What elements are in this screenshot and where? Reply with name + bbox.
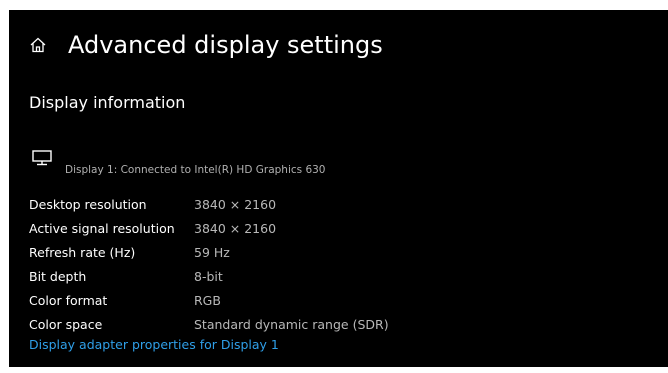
info-label: Active signal resolution xyxy=(29,220,175,236)
monitor-icon xyxy=(31,150,53,166)
display-caption: Display 1: Connected to Intel(R) HD Grap… xyxy=(65,164,326,176)
info-row-desktop-resolution: Desktop resolution 3840 × 2160 xyxy=(29,192,649,216)
info-value: RGB xyxy=(194,292,221,308)
info-value: Standard dynamic range (SDR) xyxy=(194,316,389,332)
info-row-refresh-rate: Refresh rate (Hz) 59 Hz xyxy=(29,240,649,264)
display-adapter-properties-link[interactable]: Display adapter properties for Display 1 xyxy=(29,337,279,353)
info-row-color-format: Color format RGB xyxy=(29,288,649,312)
info-row-color-space: Color space Standard dynamic range (SDR) xyxy=(29,312,649,336)
info-label: Bit depth xyxy=(29,268,87,284)
info-value: 59 Hz xyxy=(194,244,230,260)
info-label: Color format xyxy=(29,292,108,308)
info-label: Refresh rate (Hz) xyxy=(29,244,136,260)
page-header: Advanced display settings xyxy=(29,30,383,60)
info-row-bit-depth: Bit depth 8-bit xyxy=(29,264,649,288)
info-row-active-signal-resolution: Active signal resolution 3840 × 2160 xyxy=(29,216,649,240)
info-value: 3840 × 2160 xyxy=(194,220,277,236)
settings-window: Advanced display settings Display inform… xyxy=(9,10,668,367)
section-title: Display information xyxy=(29,93,186,112)
page-title: Advanced display settings xyxy=(68,31,383,59)
display-info-list: Desktop resolution 3840 × 2160 Active si… xyxy=(29,192,649,336)
info-value: 3840 × 2160 xyxy=(194,196,277,212)
info-label: Desktop resolution xyxy=(29,196,147,212)
info-label: Color space xyxy=(29,316,103,332)
info-value: 8-bit xyxy=(194,268,223,284)
home-icon[interactable] xyxy=(29,36,47,54)
